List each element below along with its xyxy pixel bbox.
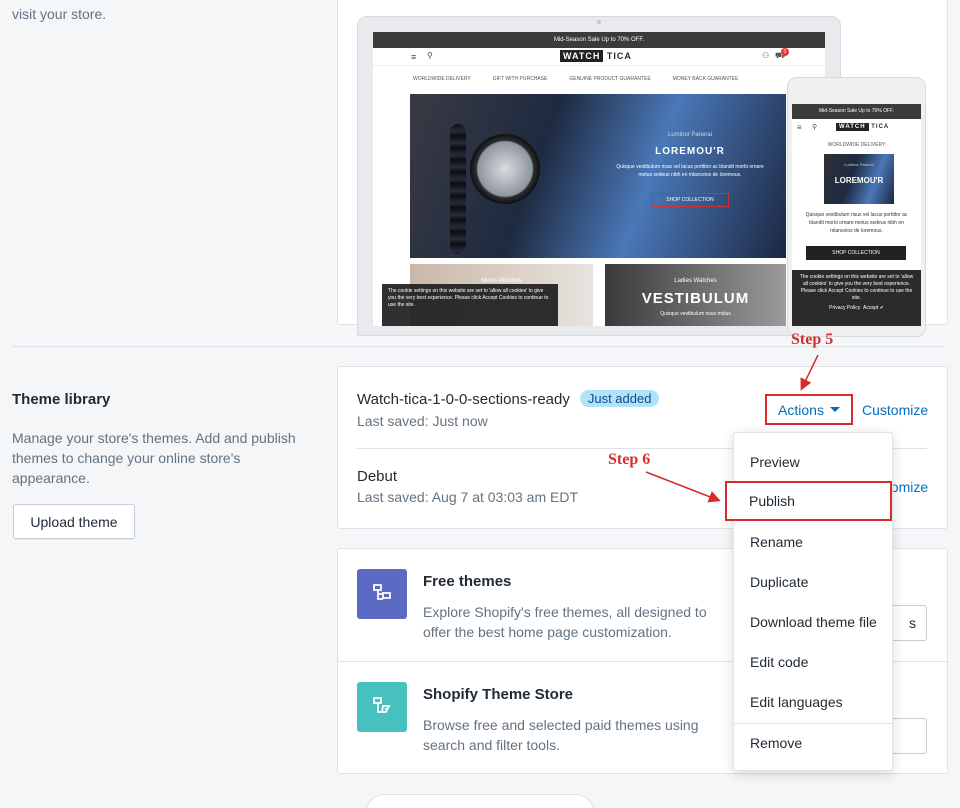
annotation-arrows [645,354,819,503]
step6-arrow [645,471,721,503]
step5-arrow [800,354,819,391]
page: visit your store. Mid-Season Sale Up to … [0,0,960,808]
